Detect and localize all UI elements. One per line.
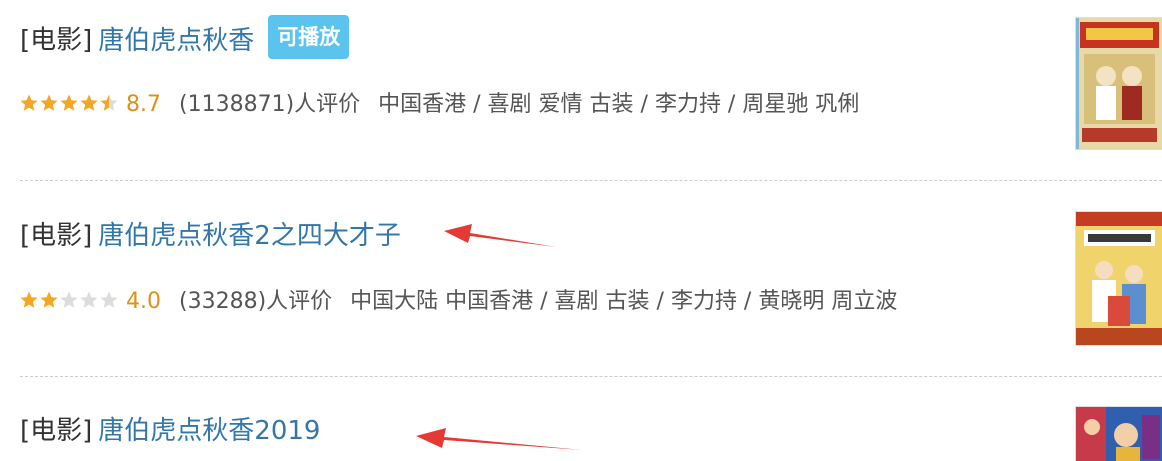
movie-poster-thumbnail[interactable] <box>1075 17 1162 150</box>
result-title-line: [电影] 唐伯虎点秋香2之四大才子 <box>20 219 401 253</box>
star-icon <box>100 291 118 308</box>
result-title-line: [电影] 唐伯虎点秋香 可播放 <box>20 15 350 63</box>
vote-count[interactable]: (1138871)人评价 <box>179 92 360 117</box>
category-label: [电影] <box>20 25 93 56</box>
playable-badge[interactable]: 可播放 <box>268 15 350 59</box>
star-rating <box>20 291 118 309</box>
star-icon <box>20 94 38 111</box>
movie-title-link[interactable]: 唐伯虎点秋香 <box>98 26 254 56</box>
movie-poster-thumbnail[interactable] <box>1075 406 1162 461</box>
movie-title-link[interactable]: 唐伯虎点秋香2019 <box>98 416 320 446</box>
star-icon <box>20 291 38 308</box>
rating-score: 4.0 <box>126 289 161 314</box>
movie-meta: 中国香港 / 喜剧 爱情 古装 / 李力持 / 周星驰 巩俐 <box>378 92 860 117</box>
red-arrow-annotation <box>416 428 582 450</box>
movie-title-link[interactable]: 唐伯虎点秋香2之四大才子 <box>98 221 401 251</box>
star-icon <box>60 291 78 308</box>
star-icon <box>100 94 118 111</box>
movie-poster-thumbnail[interactable] <box>1075 211 1162 346</box>
stars-graphic <box>20 291 118 308</box>
rating-line: 8.7 (1138871)人评价 中国香港 / 喜剧 爱情 古装 / 李力持 / 周… <box>20 90 859 120</box>
vote-count[interactable]: (33288)人评价 <box>179 289 332 314</box>
star-icon <box>40 291 58 308</box>
star-icon <box>80 94 98 111</box>
star-icon <box>60 94 78 111</box>
star-icon <box>40 94 58 111</box>
rating-score: 8.7 <box>126 92 161 117</box>
category-label: [电影] <box>20 416 93 446</box>
movie-meta: 中国大陆 中国香港 / 喜剧 古装 / 李力持 / 黄晓明 周立波 <box>350 289 898 314</box>
red-arrow-annotation <box>444 224 556 247</box>
star-rating <box>20 94 118 112</box>
rating-line: 4.0 (33288)人评价 中国大陆 中国香港 / 喜剧 古装 / 李力持 / 黄… <box>20 287 897 317</box>
result-item: [电影] 唐伯虎点秋香 可播放 8.7 (1138871)人评价 中国香港 / 喜剧 爱… <box>0 0 1162 180</box>
result-item: [电影] 唐伯虎点秋香2之四大才子 4.0 (33288)人评价 中国大陆 中国香港 … <box>0 181 1162 376</box>
category-label: [电影] <box>20 221 93 251</box>
result-title-line: [电影] 唐伯虎点秋香2019 <box>20 414 320 448</box>
search-results-list: [电影] 唐伯虎点秋香 可播放 8.7 (1138871)人评价 中国香港 / 喜剧 爱… <box>0 0 1162 461</box>
star-icon <box>80 291 98 308</box>
stars-graphic <box>20 94 118 111</box>
